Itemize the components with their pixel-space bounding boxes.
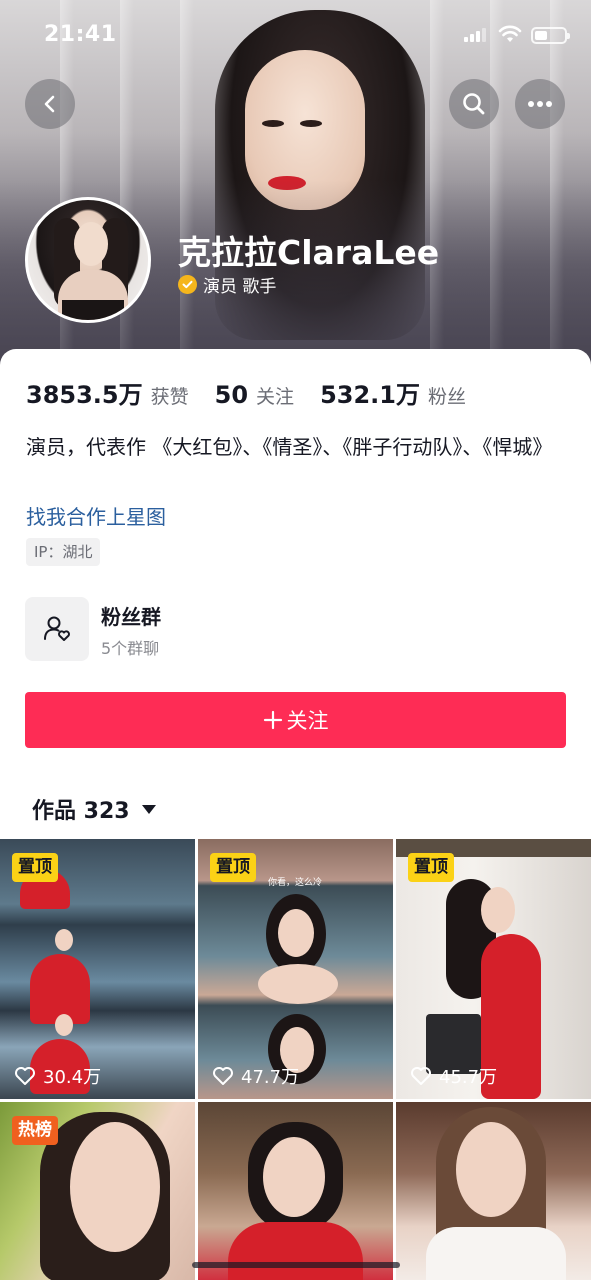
video-caption: 你看，这么冷 <box>268 878 323 888</box>
back-icon <box>44 95 55 113</box>
video-tile[interactable]: 热榜 <box>0 1102 195 1280</box>
verification-text: 演员 歌手 <box>203 277 277 297</box>
likes-label: 获赞 <box>150 386 189 408</box>
battery-icon <box>531 27 570 44</box>
video-tile[interactable]: 你看，这么冷 置顶 47.7万 <box>198 839 393 1099</box>
fan-group-title: 粉丝群 <box>101 605 161 629</box>
heart-icon <box>213 1067 233 1085</box>
likes-value: 47.7万 <box>241 1067 300 1088</box>
wifi-icon <box>498 25 522 42</box>
heart-icon <box>411 1067 431 1085</box>
followers-label[interactable]: 粉丝 <box>428 382 466 409</box>
fan-group-icon <box>25 597 89 661</box>
status-time: 21:41 <box>44 22 117 47</box>
video-tile[interactable]: 置顶 30.4万 <box>0 839 195 1099</box>
profile-bio: 演员，代表作 《大红包》、《情圣》、《胖子行动队》、《悍城》 <box>26 435 553 459</box>
search-button[interactable] <box>449 79 499 129</box>
dropdown-icon <box>141 804 156 814</box>
profile-stats: 3853.5万 获赞 50 关注 532.1万 粉丝 <box>26 375 492 410</box>
likes-value: 30.4万 <box>43 1067 102 1088</box>
heart-icon <box>15 1067 35 1085</box>
video-tile[interactable]: 置顶 45.7万 <box>396 839 591 1099</box>
hot-tag: 热榜 <box>12 1116 58 1145</box>
verified-icon <box>178 275 197 294</box>
status-bar: 21:41 <box>0 0 591 70</box>
pinned-tag: 置顶 <box>12 853 58 882</box>
works-tab[interactable]: 作品 323 <box>32 793 156 825</box>
more-button[interactable] <box>515 79 565 129</box>
follow-button[interactable]: 关注 <box>25 692 566 748</box>
video-likes: 30.4万 <box>14 1063 101 1089</box>
fan-group-subtitle: 5个群聊 <box>101 639 160 658</box>
more-icon <box>528 101 552 107</box>
video-likes: 45.7万 <box>410 1063 497 1089</box>
video-likes: 47.7万 <box>212 1063 299 1089</box>
back-button[interactable] <box>25 79 75 129</box>
video-tile[interactable] <box>198 1102 393 1280</box>
ip-location: IP：湖北 <box>26 538 101 566</box>
followers-count[interactable]: 532.1万 <box>320 375 420 410</box>
fan-group-entry[interactable]: 粉丝群 5个群聊 <box>25 597 565 663</box>
plus-icon <box>263 710 282 730</box>
following-count[interactable]: 50 <box>215 381 248 409</box>
profile-nickname: 克拉拉ClaraLee <box>178 233 440 272</box>
works-label: 作品 323 <box>32 799 130 824</box>
following-label[interactable]: 关注 <box>256 382 294 409</box>
video-grid: 置顶 30.4万 你看，这么冷 置顶 47.7万 置顶 45.7万 热榜 <box>0 839 591 1280</box>
follow-label: 关注 <box>286 709 329 733</box>
video-tile[interactable] <box>396 1102 591 1280</box>
signal-icon <box>464 28 486 42</box>
avatar[interactable] <box>25 197 151 323</box>
verification-info: 演员 歌手 <box>178 272 276 297</box>
collab-link[interactable]: 找我合作上星图 <box>26 501 166 530</box>
pinned-tag: 置顶 <box>408 853 454 882</box>
pinned-tag: 置顶 <box>210 853 256 882</box>
likes-value: 45.7万 <box>439 1067 498 1088</box>
home-indicator[interactable] <box>192 1262 400 1268</box>
search-icon <box>463 93 485 115</box>
likes-count: 3853.5万 <box>26 381 143 409</box>
